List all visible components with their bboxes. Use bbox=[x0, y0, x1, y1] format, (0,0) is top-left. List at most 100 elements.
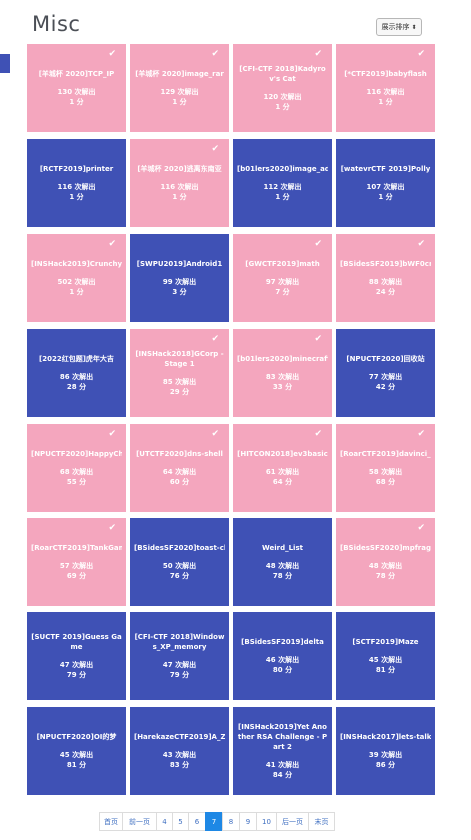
challenge-score: 24 分 bbox=[375, 288, 396, 296]
page-link[interactable]: 6 bbox=[188, 812, 206, 831]
check-icon: ✔ bbox=[108, 523, 116, 533]
challenge-name: [SUCTF 2019]Guess Game bbox=[31, 633, 122, 651]
check-icon: ✔ bbox=[211, 144, 219, 154]
challenge-score: 55 分 bbox=[66, 478, 87, 486]
challenge-solves: 83 次解出 bbox=[265, 373, 300, 381]
challenge-solves: 61 次解出 bbox=[265, 468, 300, 476]
challenge-card[interactable]: [NPUCTF2020]回收站 77 次解出 42 分 bbox=[336, 329, 435, 417]
challenge-card[interactable]: [NPUCTF2020]OI的梦 45 次解出 81 分 bbox=[27, 707, 126, 795]
challenge-score: 1 分 bbox=[378, 98, 393, 106]
sidebar-toggle[interactable] bbox=[0, 54, 10, 73]
challenge-score: 78 分 bbox=[272, 572, 293, 580]
challenge-score: 60 分 bbox=[169, 478, 190, 486]
check-icon: ✔ bbox=[314, 429, 322, 439]
challenge-solves: 120 次解出 bbox=[263, 93, 302, 101]
challenge-card[interactable]: ✔ [UTCTF2020]dns-shell 64 次解出 60 分 bbox=[130, 424, 229, 512]
challenge-solves: 39 次解出 bbox=[368, 751, 403, 759]
challenge-card[interactable]: ✔ [b01lers2020]minecraft_purdue 83 次解出 33 分 bbox=[233, 329, 332, 417]
challenge-card[interactable]: [HarekazeCTF2019]A_Z 43 次解出 83 分 bbox=[130, 707, 229, 795]
challenge-card[interactable]: [SUCTF 2019]Guess Game 47 次解出 79 分 bbox=[27, 612, 126, 700]
check-icon: ✔ bbox=[314, 239, 322, 249]
check-icon: ✔ bbox=[417, 429, 425, 439]
pagination: 首页 前一页 4 5 6 7 8 9 10 后一页 末页 bbox=[99, 812, 335, 831]
challenge-card[interactable]: Weird_List 48 次解出 78 分 bbox=[233, 518, 332, 606]
challenge-solves: 47 次解出 bbox=[59, 661, 94, 669]
challenge-card[interactable]: ✔ [羊城杯 2020]image_rar 129 次解出 1 分 bbox=[130, 44, 229, 132]
challenge-card[interactable]: [watevrCTF 2019]Polly 107 次解出 1 分 bbox=[336, 139, 435, 227]
challenge-card[interactable]: ✔ [INSHack2018]GCorp - Stage 1 85 次解出 29 分 bbox=[130, 329, 229, 417]
challenge-solves: 48 次解出 bbox=[368, 562, 403, 570]
challenge-score: 69 分 bbox=[66, 572, 87, 580]
challenge-solves: 77 次解出 bbox=[368, 373, 403, 381]
challenge-name: [b01lers2020]minecraft_purdue bbox=[237, 355, 328, 363]
page-link[interactable]: 4 bbox=[156, 812, 173, 831]
challenge-card[interactable]: ✔ [BSidesSF2020]mpfrag 48 次解出 78 分 bbox=[336, 518, 435, 606]
challenge-solves: 46 次解出 bbox=[265, 656, 300, 664]
challenge-score: 3 分 bbox=[172, 288, 187, 296]
challenge-card[interactable]: [RCTF2019]printer 116 次解出 1 分 bbox=[27, 139, 126, 227]
challenge-name: [羊城杯 2020]逃离东南亚 bbox=[137, 165, 222, 173]
challenge-card[interactable]: [2022红包题]虎年大吉 86 次解出 28 分 bbox=[27, 329, 126, 417]
page-link[interactable]: 末页 bbox=[308, 812, 335, 831]
page-link[interactable]: 后一页 bbox=[276, 812, 309, 831]
check-icon: ✔ bbox=[211, 429, 219, 439]
page-link[interactable]: 前一页 bbox=[122, 812, 157, 831]
challenge-card[interactable]: [SWPU2019]Android1 99 次解出 3 分 bbox=[130, 234, 229, 322]
challenge-card[interactable]: [SCTF2019]Maze 45 次解出 81 分 bbox=[336, 612, 435, 700]
challenge-card[interactable]: ✔ [RoarCTF2019]davinci_cipher 58 次解出 68 分 bbox=[336, 424, 435, 512]
challenge-card[interactable]: ✔ [NPUCTF2020]HappyCheckInVerification 68 … bbox=[27, 424, 126, 512]
check-icon: ✔ bbox=[417, 49, 425, 59]
page-title: Misc bbox=[32, 12, 81, 36]
challenge-name: [b01lers2020]image_adjustments bbox=[237, 165, 328, 173]
challenge-name: [INSHack2019]Crunchy bbox=[31, 260, 122, 268]
challenge-solves: 88 次解出 bbox=[368, 278, 403, 286]
challenge-card[interactable]: ✔ [RoarCTF2019]TankGame 57 次解出 69 分 bbox=[27, 518, 126, 606]
challenge-name: [RCTF2019]printer bbox=[39, 165, 114, 173]
page-link[interactable]: 5 bbox=[172, 812, 189, 831]
challenge-card[interactable]: [BSidesSF2019]delta 46 次解出 80 分 bbox=[233, 612, 332, 700]
check-icon: ✔ bbox=[211, 49, 219, 59]
check-icon: ✔ bbox=[314, 49, 322, 59]
challenge-name: [watevrCTF 2019]Polly bbox=[340, 165, 431, 173]
challenge-card[interactable]: ✔ [HITCON2018]ev3basic 61 次解出 64 分 bbox=[233, 424, 332, 512]
challenge-name: [BSidesSF2020]toast-clicker1 bbox=[134, 544, 225, 552]
challenge-name: [INSHack2019]Yet Another RSA Challenge -… bbox=[237, 723, 328, 751]
page-link[interactable]: 9 bbox=[239, 812, 257, 831]
challenge-name: [*CTF2019]babyflash bbox=[344, 70, 427, 78]
sort-dropdown[interactable]: 展示排序 ⬍ bbox=[376, 18, 422, 36]
challenge-card[interactable]: ✔ [BSidesSF2019]bWF0cnlvc2hrYQ 88 次解出 24 分 bbox=[336, 234, 435, 322]
challenge-score: 76 分 bbox=[169, 572, 190, 580]
challenge-name: [RoarCTF2019]TankGame bbox=[31, 544, 122, 552]
challenge-card[interactable]: ✔ [羊城杯 2020]TCP_IP 130 次解出 1 分 bbox=[27, 44, 126, 132]
page-link[interactable]: 首页 bbox=[99, 812, 123, 831]
challenge-card[interactable]: ✔ [羊城杯 2020]逃离东南亚 116 次解出 1 分 bbox=[130, 139, 229, 227]
challenge-card[interactable]: [b01lers2020]image_adjustments 112 次解出 1 分 bbox=[233, 139, 332, 227]
check-icon: ✔ bbox=[417, 239, 425, 249]
challenge-solves: 97 次解出 bbox=[265, 278, 300, 286]
challenge-card[interactable]: ✔ [CFI-CTF 2018]Kadyrov's Cat 120 次解出 1 分 bbox=[233, 44, 332, 132]
challenge-card[interactable]: ✔ [INSHack2019]Crunchy 502 次解出 1 分 bbox=[27, 234, 126, 322]
challenge-solves: 107 次解出 bbox=[366, 183, 405, 191]
challenge-score: 1 分 bbox=[172, 193, 187, 201]
challenge-card[interactable]: [BSidesSF2020]toast-clicker1 50 次解出 76 分 bbox=[130, 518, 229, 606]
challenge-card[interactable]: [CFI-CTF 2018]Windows_XP_memory 47 次解出 79 … bbox=[130, 612, 229, 700]
challenge-solves: 116 次解出 bbox=[366, 88, 405, 96]
check-icon: ✔ bbox=[108, 49, 116, 59]
challenge-card[interactable]: ✔ [GWCTF2019]math 97 次解出 7 分 bbox=[233, 234, 332, 322]
page-link[interactable]: 7 bbox=[205, 812, 223, 831]
challenge-score: 80 分 bbox=[272, 666, 293, 674]
challenge-name: [INSHack2018]GCorp - Stage 1 bbox=[135, 350, 224, 368]
challenge-card[interactable]: [INSHack2017]lets-talk 39 次解出 86 分 bbox=[336, 707, 435, 795]
page-link[interactable]: 8 bbox=[222, 812, 240, 831]
check-icon: ✔ bbox=[417, 523, 425, 533]
page-link[interactable]: 10 bbox=[256, 812, 277, 831]
challenge-score: 28 分 bbox=[66, 383, 87, 391]
challenge-solves: 112 次解出 bbox=[263, 183, 302, 191]
challenge-solves: 116 次解出 bbox=[57, 183, 96, 191]
challenge-solves: 43 次解出 bbox=[162, 751, 197, 759]
challenge-card[interactable]: ✔ [*CTF2019]babyflash 116 次解出 1 分 bbox=[336, 44, 435, 132]
challenge-name: [羊城杯 2020]image_rar bbox=[135, 70, 224, 78]
challenge-name: [NPUCTF2020]HappyCheckInVerification bbox=[31, 450, 122, 458]
challenge-score: 83 分 bbox=[169, 761, 190, 769]
challenge-card[interactable]: [INSHack2019]Yet Another RSA Challenge -… bbox=[233, 707, 332, 795]
